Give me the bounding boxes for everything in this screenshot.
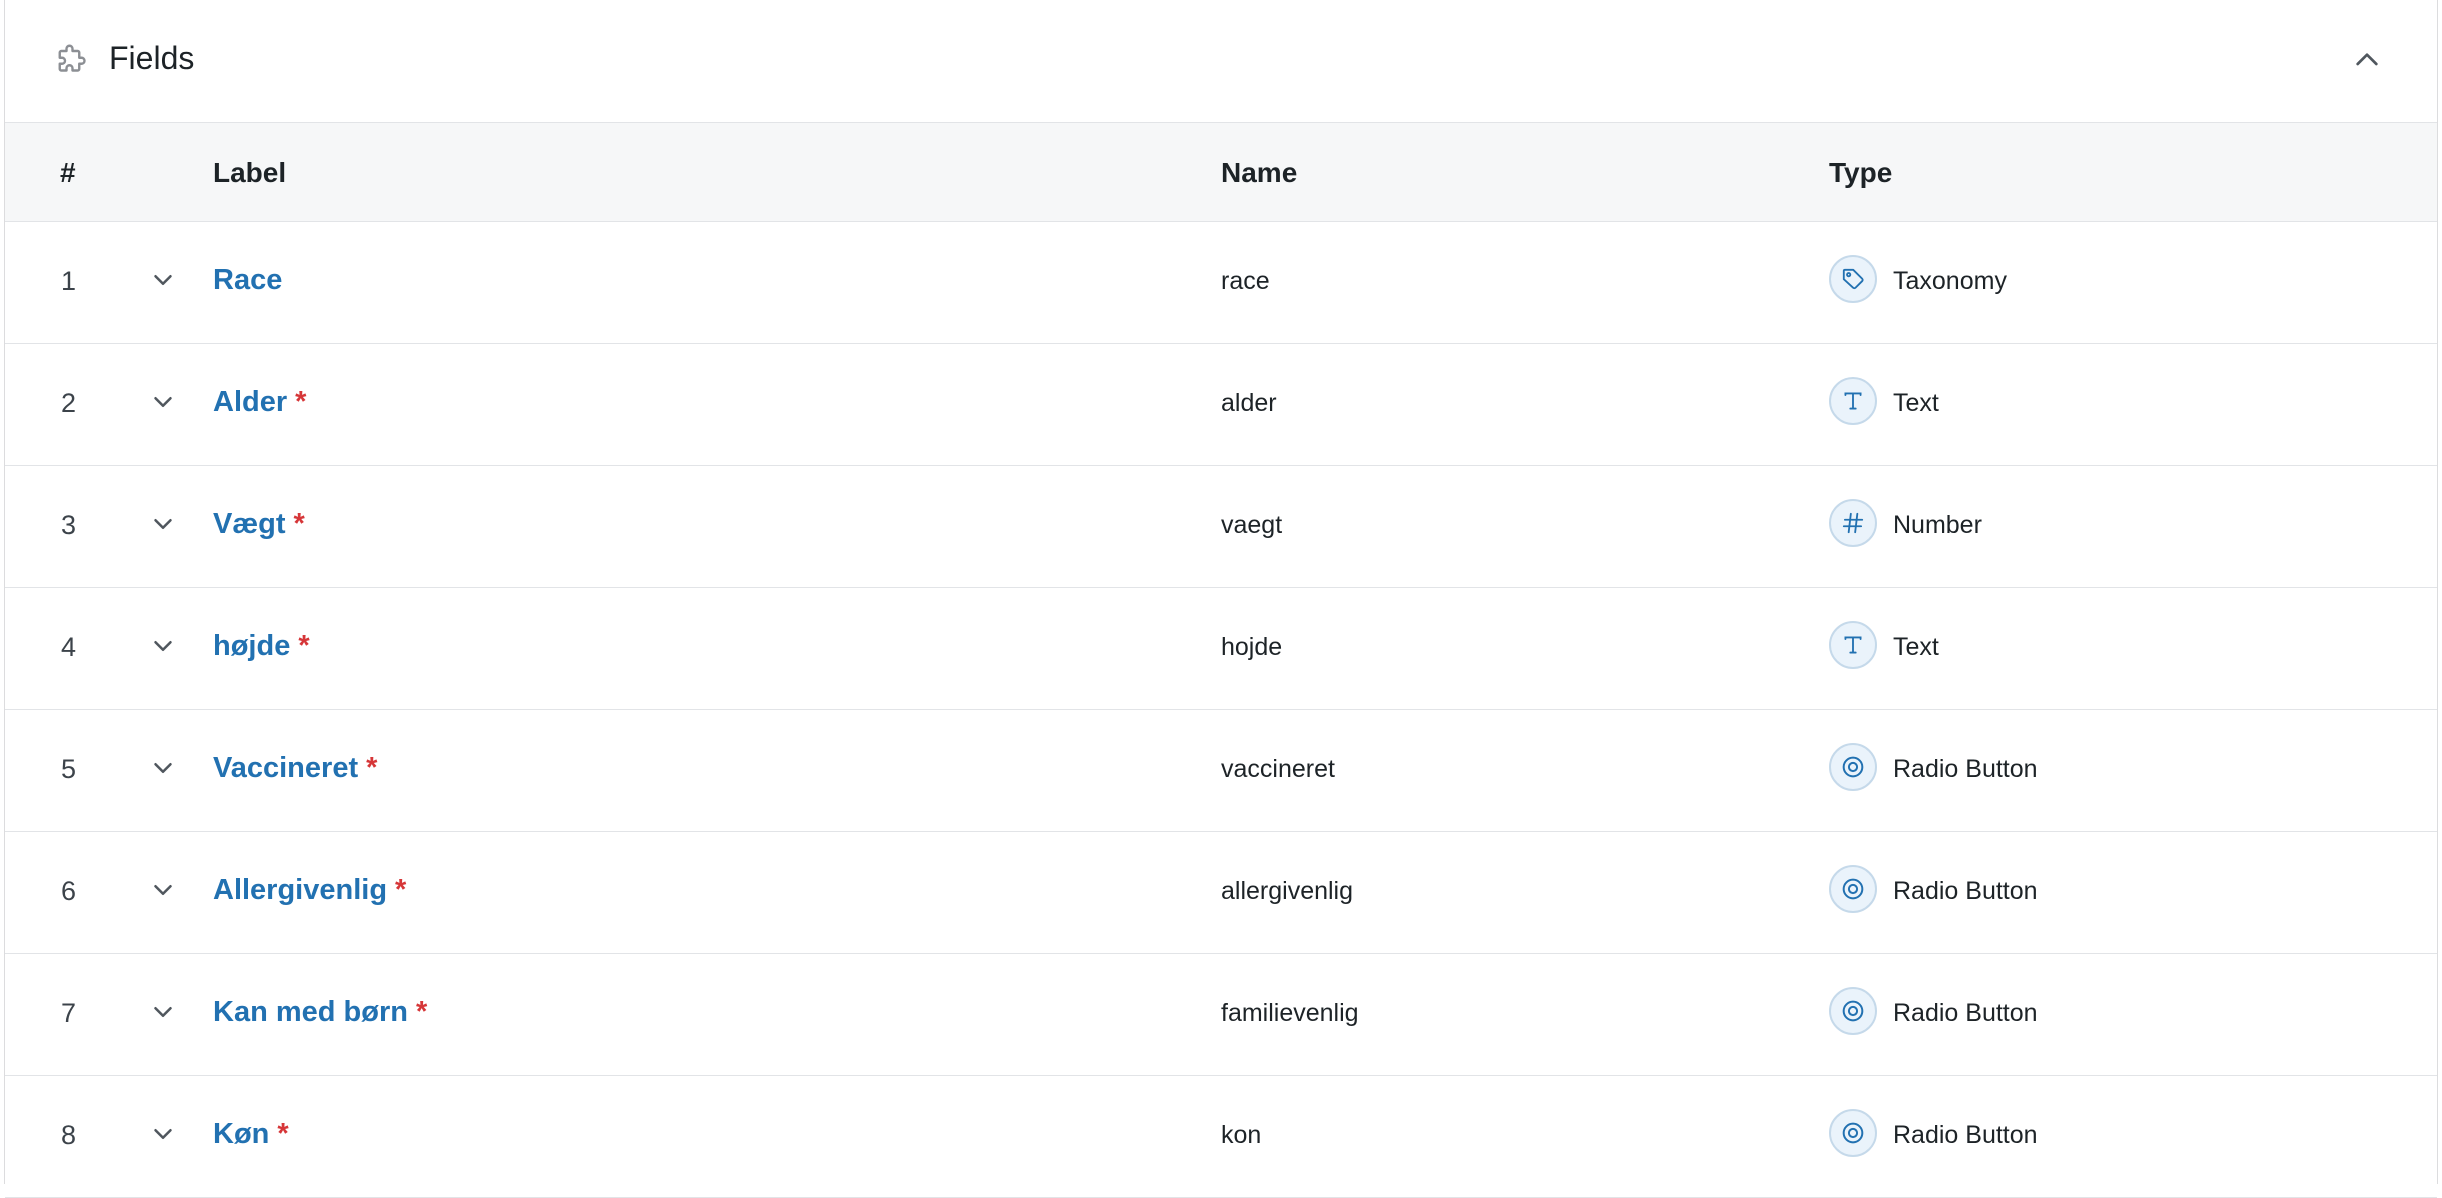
row-number: 4 [61,632,77,662]
field-label-text: Allergivenlig [213,874,388,906]
puzzle-icon [53,42,89,78]
panel-title: Fields [109,40,195,76]
field-type: Number [1893,511,1982,539]
field-label-text: Race [213,264,283,296]
field-name: vaccineret [1221,755,1335,783]
field-type: Radio Button [1893,1121,2038,1149]
field-name: race [1221,267,1270,295]
table-row[interactable]: 1 Race race Taxonomy [5,222,2437,344]
required-asterisk: * [366,752,378,784]
field-label-link[interactable]: Alder * [213,384,306,420]
field-label-link[interactable]: højde * [213,628,310,664]
field-label-link[interactable]: Vægt * [213,506,305,542]
table-body: 1 Race race Taxonomy 2 Alder * alder Text 3 Vægt * v… [5,222,2437,1198]
table-row[interactable]: 4 højde * hojde Text [5,588,2437,710]
row-number: 3 [61,510,77,540]
required-asterisk: * [295,386,307,418]
text-icon [1829,377,1877,425]
field-type: Radio Button [1893,755,2038,783]
field-label-link[interactable]: Kan med børn * [213,994,427,1030]
table-row[interactable]: 5 Vaccineret * vaccineret Radio Button [5,710,2437,832]
chevron-down-icon[interactable] [148,631,178,661]
column-header-type: Type [1829,157,1893,188]
chevron-down-icon[interactable] [148,997,178,1027]
field-name: vaegt [1221,511,1283,539]
required-asterisk: * [293,508,305,540]
field-name: familievenlig [1221,999,1359,1027]
field-name: allergivenlig [1221,877,1354,905]
field-label-text: Vaccineret [213,752,359,784]
chevron-down-icon[interactable] [148,265,178,295]
field-type: Radio Button [1893,999,2038,1027]
field-label-text: Vægt [213,508,286,540]
field-label-link[interactable]: Allergivenlig * [213,872,406,908]
field-label-link[interactable]: Vaccineret * [213,750,377,786]
column-header-label: Label [213,157,287,188]
field-type: Text [1893,633,1939,661]
row-number: 6 [61,876,77,906]
radio-icon [1829,987,1877,1035]
chevron-down-icon[interactable] [148,753,178,783]
field-label-text: Køn [213,1118,270,1150]
field-label-text: Alder [213,386,288,418]
row-number: 8 [61,1120,77,1150]
field-label-link[interactable]: Køn * [213,1116,289,1152]
row-number: 5 [61,754,77,784]
chevron-down-icon[interactable] [148,1119,178,1149]
hash-icon [1829,499,1877,547]
panel-header[interactable]: Fields [5,0,2437,123]
fields-panel: Fields # Label Name Type 1 Race race Taxono… [4,0,2438,1198]
row-number: 7 [61,998,77,1028]
column-header-num: # [60,157,76,188]
chevron-up-icon [2356,53,2378,66]
table-row[interactable]: 7 Kan med børn * familievenlig Radio Button [5,954,2437,1076]
required-asterisk: * [415,996,428,1028]
field-type: Text [1893,389,1939,417]
table-row[interactable]: 8 Køn * kon Radio Button [5,1076,2437,1198]
field-label-text: Kan med børn [213,996,408,1028]
field-type: Taxonomy [1893,267,2007,295]
table-header: # Label Name Type [5,123,2437,222]
radio-icon [1829,1109,1877,1157]
radio-icon [1829,743,1877,791]
field-label-text: højde [213,630,291,662]
table-row[interactable]: 2 Alder * alder Text [5,344,2437,466]
required-asterisk: * [277,1118,289,1150]
chevron-down-icon[interactable] [148,509,178,539]
collapse-button[interactable] [2349,42,2385,78]
table-row[interactable]: 6 Allergivenlig * allergivenlig Radio Button [5,832,2437,954]
field-type: Radio Button [1893,877,2038,905]
chevron-down-icon[interactable] [148,387,178,417]
chevron-down-icon[interactable] [148,875,178,905]
field-name: alder [1221,389,1277,417]
table-row[interactable]: 3 Vægt * vaegt Number [5,466,2437,588]
radio-icon [1829,865,1877,913]
field-name: hojde [1221,633,1283,661]
row-number: 1 [61,266,77,296]
field-label-link[interactable]: Race [213,262,282,298]
column-header-name: Name [1221,157,1298,188]
row-number: 2 [61,388,77,418]
required-asterisk: * [395,874,407,906]
required-asterisk: * [298,630,310,662]
tag-icon [1829,255,1877,303]
text-icon [1829,621,1877,669]
field-name: kon [1221,1121,1262,1149]
